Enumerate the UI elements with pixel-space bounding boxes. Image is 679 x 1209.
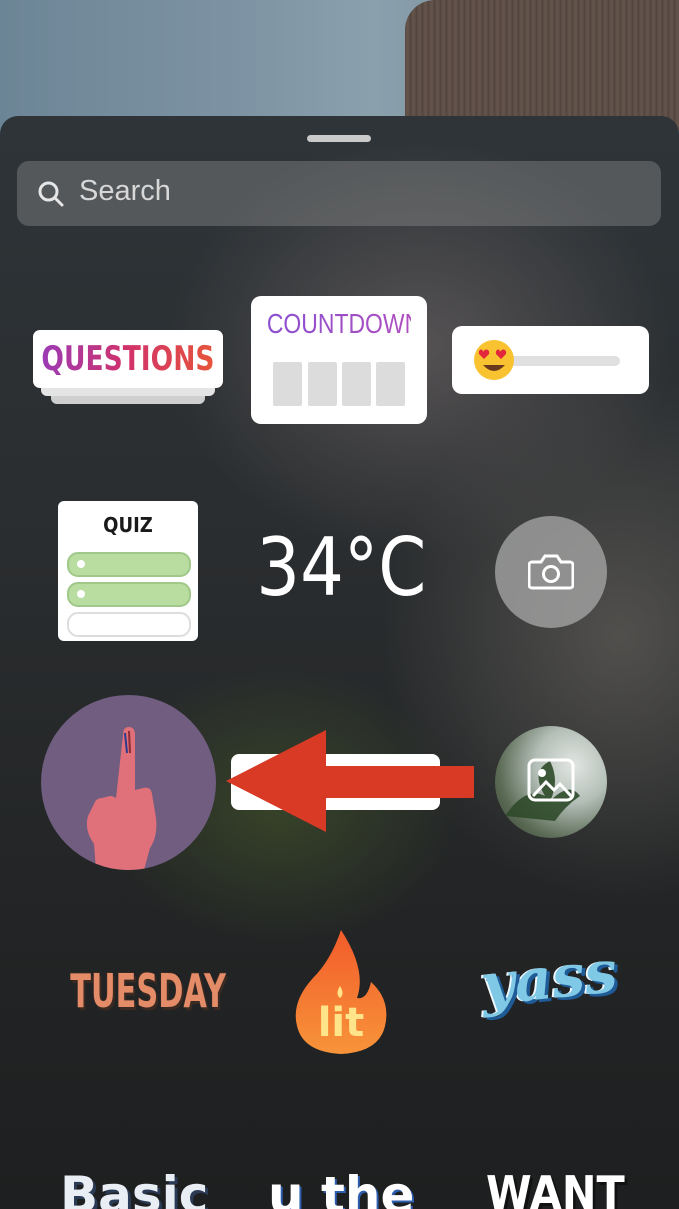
countdown-digit-box <box>376 362 405 406</box>
search-bar[interactable]: Search <box>17 161 661 226</box>
quiz-label: QUIZ <box>103 513 153 537</box>
countdown-label: COUNTDOWN <box>266 308 422 339</box>
temperature-sticker[interactable]: 34°C <box>256 521 426 621</box>
countdown-sticker[interactable]: COUNTDOWN <box>251 296 427 424</box>
emoji-slider-sticker[interactable] <box>452 326 649 394</box>
countdown-digit-box <box>273 362 302 406</box>
questions-label: QUESTIONS <box>41 339 215 379</box>
lit-sticker[interactable]: lit <box>293 928 389 1054</box>
svg-text:lit: lit <box>318 1000 365 1046</box>
voting-sticker[interactable] <box>41 695 216 870</box>
want-sticker[interactable]: WANT <box>486 1166 625 1209</box>
gallery-sticker[interactable] <box>495 726 607 838</box>
yass-sticker[interactable]: yass <box>476 937 625 1041</box>
flame-icon: lit <box>295 930 387 1054</box>
search-icon <box>38 181 64 207</box>
countdown-digit-box <box>308 362 337 406</box>
basic-sticker[interactable]: Basic <box>60 1166 208 1209</box>
background-lamp <box>405 0 679 130</box>
questions-card: QUESTIONS <box>33 330 223 388</box>
camera-sticker[interactable] <box>495 516 607 628</box>
voting-finger-icon <box>86 727 157 870</box>
quiz-option <box>67 552 191 577</box>
camera-icon <box>528 554 574 590</box>
sticker-tray: Search QUESTIONS COUNTDOWN QUIZ 34°C TUE… <box>0 116 679 1209</box>
plant-photo <box>505 758 580 821</box>
check-icon <box>77 590 85 598</box>
countdown-digit-box <box>342 362 371 406</box>
quiz-option <box>67 582 191 607</box>
annotation-arrow-icon <box>226 730 474 832</box>
heart-eyes-emoji-icon <box>474 340 514 380</box>
quiz-option <box>67 612 191 637</box>
drag-handle[interactable] <box>307 135 371 142</box>
u-the-sticker[interactable]: u the <box>268 1166 414 1209</box>
questions-sticker[interactable]: QUESTIONS <box>33 330 223 406</box>
quiz-sticker[interactable]: QUIZ <box>58 501 198 641</box>
search-placeholder: Search <box>79 175 171 207</box>
day-sticker[interactable]: TUESDAY <box>70 964 226 1024</box>
check-icon <box>77 560 85 568</box>
